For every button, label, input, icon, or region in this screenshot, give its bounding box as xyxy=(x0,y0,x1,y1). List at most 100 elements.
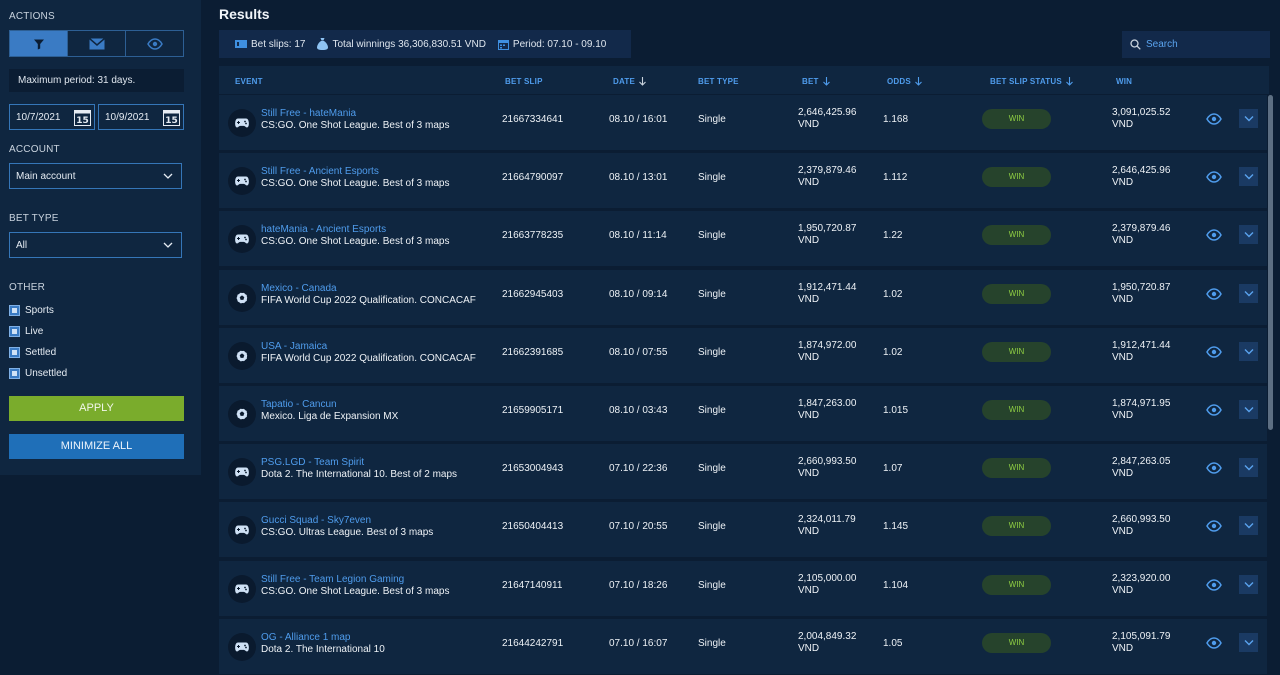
eye-icon[interactable] xyxy=(1206,113,1222,125)
odds-value: 1.168 xyxy=(883,114,909,125)
event-title-link[interactable]: USA - Jamaica xyxy=(261,341,327,352)
bet-amount: 1,912,471.44 VND xyxy=(798,282,856,306)
column-status[interactable]: BET SLIP STATUS xyxy=(990,77,1073,86)
minimize-all-button[interactable]: MINIMIZE ALL xyxy=(9,434,184,459)
eye-icon[interactable] xyxy=(1206,578,1222,591)
win-amount: 2,323,920.00 VND xyxy=(1112,573,1170,597)
calendar-day: 15 xyxy=(165,116,178,126)
chevron-down-icon xyxy=(1244,290,1253,297)
email-tab[interactable] xyxy=(68,31,126,56)
table-row: Still Free - Team Legion Gaming CS:GO. On… xyxy=(219,560,1267,616)
event-league: Dota 2. The International 10. Best of 2 … xyxy=(261,469,458,481)
eye-icon[interactable] xyxy=(1206,229,1222,242)
expand-row-button[interactable] xyxy=(1239,167,1258,187)
odds-value: 1.145 xyxy=(883,521,909,533)
filter-tab[interactable] xyxy=(10,31,68,56)
checkbox-live-box[interactable] xyxy=(9,326,20,337)
column-bet-slip[interactable]: BET SLIP xyxy=(505,77,543,86)
calendar-icon[interactable]: 15 xyxy=(74,109,91,126)
odds-value: 1.104 xyxy=(883,579,909,591)
search-input[interactable]: Search xyxy=(1122,31,1270,58)
table-row: Tapatio - Cancun Mexico. Liga de Expansio… xyxy=(219,386,1267,441)
event-title-link[interactable]: PSG.LGD - Team Spirit xyxy=(261,457,364,468)
checkbox-sports-box[interactable] xyxy=(9,305,20,316)
scrollbar-thumb[interactable] xyxy=(1268,95,1273,430)
chevron-down-icon xyxy=(1244,174,1253,180)
apply-button[interactable]: APPLY xyxy=(9,396,184,421)
event-title-link[interactable]: Gucci Squad - Sky7even xyxy=(261,515,371,526)
view-tab[interactable] xyxy=(126,31,183,56)
checkbox-sports-label: Sports xyxy=(25,305,54,316)
eye-icon[interactable] xyxy=(1206,346,1222,358)
table-row: USA - Jamaica FIFA World Cup 2022 Qualifi… xyxy=(219,327,1267,383)
bet-amount-value: 1,874,972.00 xyxy=(798,339,857,351)
column-odds[interactable]: ODDS xyxy=(887,77,922,86)
period-text: Period: 07.10 - 09.10 xyxy=(512,38,607,50)
status-badge: WIN xyxy=(982,341,1051,362)
expand-row-button[interactable] xyxy=(1239,109,1258,128)
win-currency: VND xyxy=(1112,177,1134,189)
checkbox-unsettled-box[interactable] xyxy=(9,368,20,379)
gamepad-icon xyxy=(235,176,249,186)
column-win[interactable]: WIN xyxy=(1116,77,1132,86)
checkbox-settled-label: Settled xyxy=(25,347,57,358)
column-bet-label: BET xyxy=(802,77,819,86)
column-win-label: WIN xyxy=(1116,77,1133,86)
eye-icon[interactable] xyxy=(1206,171,1222,183)
gamepad-icon xyxy=(235,467,249,477)
expand-row-button[interactable] xyxy=(1239,574,1258,594)
win-amount: 2,847,263.05 VND xyxy=(1112,456,1170,480)
event-title-link[interactable]: OG - Alliance 1 map xyxy=(261,632,350,643)
checkbox-settled-box[interactable] xyxy=(9,347,20,358)
eye-icon[interactable] xyxy=(1206,404,1222,416)
event-title-link[interactable]: Mexico - Canada xyxy=(261,283,337,294)
event-title-link[interactable]: Still Free - hateMania xyxy=(261,108,356,119)
bet-currency: VND xyxy=(798,526,820,538)
calendar-icon[interactable]: 15 xyxy=(163,109,180,126)
checkbox-sports[interactable]: Sports xyxy=(9,305,54,316)
checkbox-settled[interactable]: Settled xyxy=(9,347,56,358)
expand-row-button[interactable] xyxy=(1239,400,1258,419)
bet-slips-text: Bet slips: 17 xyxy=(251,38,306,50)
expand-row-button[interactable] xyxy=(1239,516,1258,536)
status-badge: WIN xyxy=(982,516,1051,537)
date-to-field[interactable]: 10/9/2021 15 xyxy=(98,104,184,130)
expand-row-button[interactable] xyxy=(1239,283,1258,303)
column-bet[interactable]: BET xyxy=(802,77,830,86)
bet-type-select[interactable]: All xyxy=(9,232,182,258)
odds-value: 1.02 xyxy=(883,346,903,358)
bet-type: Single xyxy=(698,463,726,475)
eye-icon[interactable] xyxy=(1206,637,1222,649)
expand-row-button[interactable] xyxy=(1239,632,1258,652)
event-title-link[interactable]: Still Free - Team Legion Gaming xyxy=(261,574,404,585)
bet-slip-number: 21662945403 xyxy=(502,288,564,300)
eye-icon[interactable] xyxy=(1206,462,1222,474)
date-from-field[interactable]: 10/7/2021 15 xyxy=(9,104,95,130)
win-amount: 2,105,091.79 VND xyxy=(1112,631,1170,655)
column-bet-type[interactable]: BET TYPE xyxy=(698,77,739,86)
event-title-link[interactable]: Tapatio - Cancun xyxy=(261,399,337,410)
bet-currency: VND xyxy=(798,177,820,189)
expand-row-button[interactable] xyxy=(1239,225,1258,245)
checkbox-live[interactable]: Live xyxy=(9,326,43,337)
win-currency: VND xyxy=(1112,235,1134,247)
status-badge: WIN xyxy=(982,574,1051,595)
account-select[interactable]: Main account xyxy=(9,163,182,189)
checkbox-unsettled[interactable]: Unsettled xyxy=(9,368,67,379)
win-amount: 1,950,720.87 VND xyxy=(1112,282,1170,306)
eye-icon[interactable] xyxy=(1206,287,1222,300)
event-title-link[interactable]: hateMania - Ancient Esports xyxy=(261,224,386,235)
column-event-label: EVENT xyxy=(235,77,263,86)
bet-amount-value: 2,646,425.96 xyxy=(798,107,857,118)
event-title-link[interactable]: Still Free - Ancient Esports xyxy=(261,166,379,177)
expand-row-button[interactable] xyxy=(1239,341,1258,361)
bet-date: 08.10 / 07:55 xyxy=(609,346,668,358)
column-event[interactable]: EVENT xyxy=(235,77,263,86)
envelope-icon xyxy=(88,37,105,49)
bet-amount-value: 2,324,011.79 xyxy=(798,514,856,526)
eye-icon[interactable] xyxy=(1206,520,1222,533)
chevron-down-icon xyxy=(1244,639,1253,646)
column-date[interactable]: DATE xyxy=(613,77,646,86)
bet-amount-value: 1,950,720.87 xyxy=(798,223,857,235)
expand-row-button[interactable] xyxy=(1239,458,1258,478)
